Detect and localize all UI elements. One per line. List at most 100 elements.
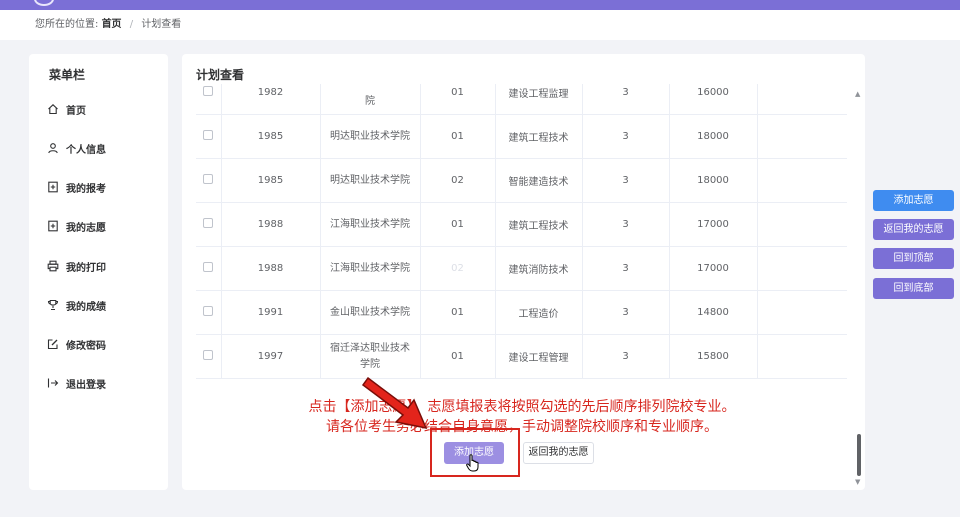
- major-code-cell: 01: [419, 84, 496, 115]
- major-code-cell: 01: [419, 290, 496, 335]
- sidebar-item-logout[interactable]: 退出登录: [47, 373, 157, 393]
- instruction-notice: 点击【添加志愿】，志愿填报表将按照勾选的先后顺序排列院校专业。 请各位考生务必结…: [242, 397, 802, 437]
- sidebar-item-profile[interactable]: 个人信息: [47, 138, 157, 158]
- scroll-up-arrow-icon[interactable]: ▲: [855, 90, 860, 98]
- fee-cell: 16000: [668, 84, 758, 115]
- sidebar-item-label: 我的成绩: [66, 301, 106, 313]
- school-code-cell: 1991: [220, 290, 321, 335]
- side-add-wish-button[interactable]: 添加志愿: [873, 190, 954, 211]
- years-cell: 3: [581, 334, 670, 379]
- row-checkbox[interactable]: [203, 350, 214, 360]
- printer-icon: [47, 260, 59, 272]
- table-row: 1988 江海职业技术学院 02 建筑消防技术 3 17000: [196, 246, 847, 291]
- document-icon: [47, 181, 59, 193]
- years-cell: 3: [581, 202, 670, 247]
- years-cell: 3: [581, 158, 670, 203]
- sidebar-item-label: 我的志愿: [66, 222, 106, 234]
- breadcrumb: 您所在的位置: 首页 / 计划查看: [0, 10, 960, 40]
- school-name-cell: 金山职业技术学院: [319, 290, 421, 335]
- sidebar-item-label: 我的打印: [66, 262, 106, 274]
- sidebar-item-label: 首页: [66, 105, 86, 117]
- row-checkbox[interactable]: [203, 218, 214, 228]
- breadcrumb-prefix: 您所在的位置:: [35, 19, 99, 30]
- table-row: 1985 明达职业技术学院 02 智能建造技术 3 18000: [196, 158, 847, 203]
- breadcrumb-separator: /: [129, 19, 134, 30]
- major-name-cell: 建筑工程技术: [494, 114, 583, 159]
- school-code-cell: 1982: [220, 84, 321, 115]
- plan-view-panel: 计划查看 1982 院 01 建设工程监理 3 16000 1985 明达职业技…: [182, 54, 865, 490]
- major-name-cell: 建设工程监理: [494, 84, 583, 115]
- school-name-cell: 明达职业技术学院: [319, 158, 421, 203]
- fee-cell: 18000: [668, 114, 758, 159]
- sidebar-item-label: 修改密码: [66, 340, 106, 352]
- trophy-icon: [47, 299, 59, 311]
- notice-line-2: 请各位考生务必结合自身意愿，手动调整院校顺序和专业顺序。: [326, 419, 718, 435]
- row-checkbox[interactable]: [203, 130, 214, 140]
- sidebar-item-scores[interactable]: 我的成绩: [47, 295, 157, 315]
- back-to-top-button[interactable]: 回到顶部: [873, 248, 954, 269]
- table-row: 1982 院 01 建设工程监理 3 16000: [196, 84, 847, 115]
- sidebar-item-change-password[interactable]: 修改密码: [47, 334, 157, 354]
- row-checkbox[interactable]: [203, 174, 214, 184]
- home-icon: [47, 103, 59, 115]
- sidebar-menu: 菜单栏 首页 个人信息 我的报考 我的志愿 我的打印 我的成绩 修改密码 退出登…: [29, 54, 168, 490]
- school-code-cell: 1985: [220, 114, 321, 159]
- major-code-cell: 02: [419, 158, 496, 203]
- school-code-cell: 1985: [220, 158, 321, 203]
- sidebar-item-label: 我的报考: [66, 183, 106, 195]
- vertical-scrollbar[interactable]: ▲ ▼: [855, 90, 863, 490]
- fee-cell: 14800: [668, 290, 758, 335]
- major-code-cell: 01: [419, 114, 496, 159]
- back-to-bottom-button[interactable]: 回到底部: [873, 278, 954, 299]
- row-checkbox[interactable]: [203, 262, 214, 272]
- sidebar-title: 菜单栏: [49, 68, 86, 82]
- fee-cell: 15800: [668, 334, 758, 379]
- breadcrumb-current: 计划查看: [141, 19, 182, 30]
- school-name-cell: 江海职业技术学院: [319, 246, 421, 291]
- school-name-cell: 明达职业技术学院: [319, 114, 421, 159]
- sidebar-item-print[interactable]: 我的打印: [47, 256, 157, 276]
- hand-cursor-icon: [466, 454, 479, 472]
- years-cell: 3: [581, 114, 670, 159]
- sidebar-item-label: 个人信息: [66, 144, 106, 156]
- back-to-my-wishes-button[interactable]: 返回我的志愿: [523, 442, 594, 464]
- edit-icon: [47, 338, 59, 350]
- breadcrumb-home-link[interactable]: 首页: [102, 19, 122, 30]
- school-code-cell: 1988: [220, 202, 321, 247]
- school-name-cell: 院: [319, 84, 421, 115]
- user-icon: [47, 142, 59, 154]
- major-name-cell: 建设工程管理: [494, 334, 583, 379]
- major-name-cell: 建筑消防技术: [494, 246, 583, 291]
- years-cell: 3: [581, 246, 670, 291]
- row-checkbox[interactable]: [203, 306, 214, 316]
- logout-icon: [47, 377, 59, 389]
- sidebar-item-registration[interactable]: 我的报考: [47, 177, 157, 197]
- years-cell: 3: [581, 84, 670, 115]
- plan-table: 1982 院 01 建设工程监理 3 16000 1985 明达职业技术学院 0…: [196, 84, 847, 379]
- school-code-cell: 1988: [220, 246, 321, 291]
- scroll-down-arrow-icon[interactable]: ▼: [855, 478, 860, 486]
- major-name-cell: 建筑工程技术: [494, 202, 583, 247]
- top-header-bar: [0, 0, 960, 10]
- fee-cell: 18000: [668, 158, 758, 203]
- sidebar-item-my-wishes[interactable]: 我的志愿: [47, 216, 157, 236]
- sidebar-item-home[interactable]: 首页: [47, 99, 157, 119]
- school-name-cell: 江海职业技术学院: [319, 202, 421, 247]
- page-title: 计划查看: [196, 68, 245, 82]
- major-name-cell: 智能建造技术: [494, 158, 583, 203]
- table-row: 1997 宿迁泽达职业技术学院 01 建设工程管理 3 15800: [196, 334, 847, 379]
- years-cell: 3: [581, 290, 670, 335]
- table-row: 1988 江海职业技术学院 01 建筑工程技术 3 17000: [196, 202, 847, 247]
- school-code-cell: 1997: [220, 334, 321, 379]
- table-row: 1985 明达职业技术学院 01 建筑工程技术 3 18000: [196, 114, 847, 159]
- fee-cell: 17000: [668, 202, 758, 247]
- table-row: 1991 金山职业技术学院 01 工程造价 3 14800: [196, 290, 847, 335]
- fee-cell: 17000: [668, 246, 758, 291]
- red-arrow-icon: [361, 376, 428, 430]
- scrollbar-thumb[interactable]: [857, 434, 861, 476]
- side-back-to-my-wishes-button[interactable]: 返回我的志愿: [873, 219, 954, 240]
- logo-icon: [34, 0, 54, 6]
- plan-table-container[interactable]: 1982 院 01 建设工程监理 3 16000 1985 明达职业技术学院 0…: [196, 84, 847, 434]
- row-checkbox[interactable]: [203, 86, 214, 96]
- major-code-cell: 01: [419, 202, 496, 247]
